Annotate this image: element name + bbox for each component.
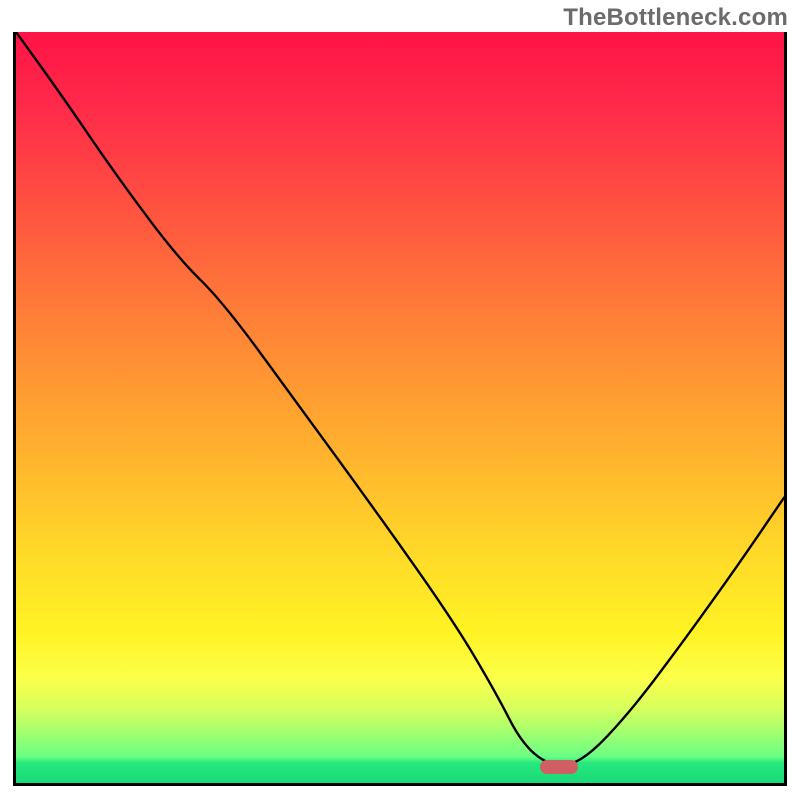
curve-overlay bbox=[16, 32, 784, 783]
watermark-text: TheBottleneck.com bbox=[563, 4, 788, 32]
chart-container: TheBottleneck.com bbox=[0, 0, 800, 800]
highlight-marker bbox=[540, 760, 578, 774]
bottleneck-curve bbox=[16, 32, 784, 765]
plot-frame bbox=[13, 32, 787, 786]
